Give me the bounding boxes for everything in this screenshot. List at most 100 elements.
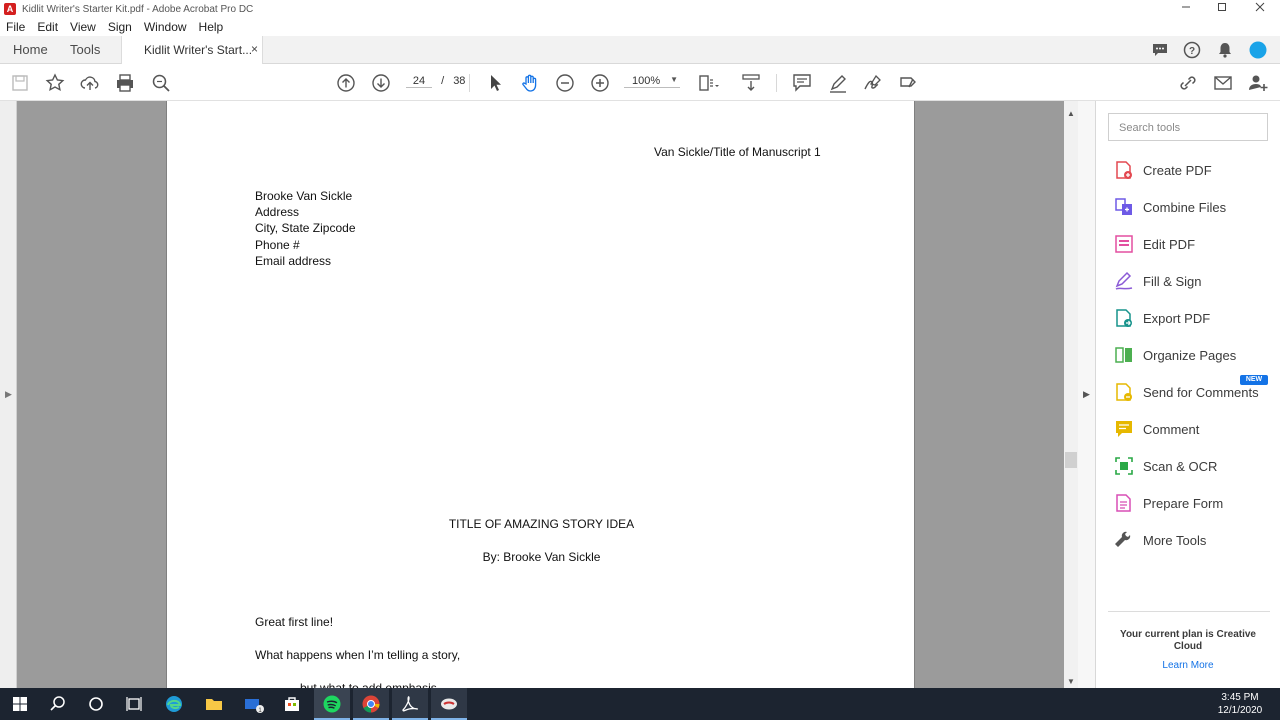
file-explorer-icon[interactable] bbox=[204, 694, 224, 714]
tool-combine-files[interactable]: Combine Files bbox=[1114, 197, 1274, 219]
spotify-icon[interactable] bbox=[322, 694, 342, 714]
user-avatar-icon[interactable] bbox=[1249, 41, 1267, 59]
tool-edit-pdf[interactable]: Edit PDF bbox=[1114, 234, 1274, 256]
export-pdf-icon bbox=[1116, 309, 1132, 327]
tool-label: Create PDF bbox=[1143, 163, 1212, 178]
add-user-icon[interactable] bbox=[1247, 72, 1269, 94]
sign-icon[interactable] bbox=[862, 72, 884, 94]
task-view-icon[interactable] bbox=[124, 694, 144, 714]
wrench-icon bbox=[1115, 531, 1131, 547]
byline: By: Brooke Van Sickle bbox=[482, 550, 601, 564]
tool-scan-ocr[interactable]: Scan & OCR bbox=[1114, 456, 1274, 478]
bookmark-star-icon[interactable] bbox=[44, 72, 66, 94]
search-tools-input[interactable]: Search tools bbox=[1108, 113, 1268, 141]
tab-home[interactable]: Home bbox=[13, 42, 48, 57]
tool-send-for-comments[interactable]: Send for Comments bbox=[1114, 382, 1274, 404]
print-icon[interactable] bbox=[114, 72, 136, 94]
tool-label: Edit PDF bbox=[1143, 237, 1196, 252]
tool-label: Send for Comments bbox=[1143, 385, 1259, 400]
tool-fill-sign[interactable]: Fill & Sign bbox=[1114, 271, 1274, 293]
scan-ocr-icon bbox=[1115, 457, 1133, 475]
menu-window[interactable]: Window bbox=[138, 20, 193, 34]
tool-label: Scan & OCR bbox=[1143, 459, 1218, 474]
email-line: Email address bbox=[255, 254, 332, 268]
cortana-icon[interactable] bbox=[86, 694, 106, 714]
acrobat-taskbar-icon[interactable] bbox=[400, 694, 420, 714]
tool-label: Combine Files bbox=[1143, 200, 1227, 215]
body-line: Great first line! bbox=[255, 615, 334, 629]
chat-icon[interactable] bbox=[1151, 41, 1169, 59]
hand-tool-icon[interactable] bbox=[519, 72, 541, 94]
tool-label: Prepare Form bbox=[1143, 496, 1224, 511]
menu-help[interactable]: Help bbox=[193, 20, 230, 34]
vertical-scrollbar[interactable]: ▲ ▼ bbox=[1064, 101, 1078, 688]
tool-label: Comment bbox=[1143, 422, 1200, 437]
scroll-down-icon[interactable]: ▼ bbox=[1067, 677, 1075, 686]
story-title: TITLE OF AMAZING STORY IDEA bbox=[448, 517, 635, 531]
taskbar-search-icon[interactable] bbox=[48, 694, 68, 714]
zoom-in-icon[interactable] bbox=[589, 72, 611, 94]
create-pdf-icon bbox=[1116, 161, 1132, 179]
menu-file[interactable]: File bbox=[0, 20, 31, 34]
store-icon[interactable] bbox=[282, 694, 302, 714]
previous-page-icon[interactable] bbox=[335, 72, 357, 94]
paint-app-icon[interactable] bbox=[439, 694, 459, 714]
main-toolbar: 24 / 38 100% ▼ bbox=[0, 64, 1280, 101]
upload-cloud-icon[interactable] bbox=[79, 72, 101, 94]
tab-tools[interactable]: Tools bbox=[70, 42, 100, 57]
page-display-icon[interactable] bbox=[697, 72, 719, 94]
organize-pages-icon bbox=[1115, 347, 1132, 363]
notification-bell-icon[interactable] bbox=[1216, 41, 1234, 59]
mail-app-icon[interactable]: 1 bbox=[244, 694, 264, 714]
windows-taskbar: 1 3:45 PM 12/1/2020 bbox=[0, 688, 1280, 720]
new-badge: NEW bbox=[1240, 375, 1268, 385]
phone-line: Phone # bbox=[255, 238, 300, 252]
highlight-pen-icon[interactable] bbox=[827, 72, 849, 94]
tab-document[interactable]: Kidlit Writer's Start... × bbox=[121, 36, 263, 64]
tool-comment[interactable]: Comment bbox=[1114, 419, 1274, 441]
system-clock[interactable]: 3:45 PM 12/1/2020 bbox=[1210, 691, 1270, 717]
minimize-button[interactable] bbox=[1168, 0, 1204, 18]
scroll-mode-icon[interactable] bbox=[740, 72, 762, 94]
left-navigation-panel[interactable]: ▶ bbox=[0, 101, 17, 688]
search-icon[interactable] bbox=[150, 72, 172, 94]
next-page-icon[interactable] bbox=[370, 72, 392, 94]
menu-edit[interactable]: Edit bbox=[31, 20, 64, 34]
tool-more-tools[interactable]: More Tools bbox=[1114, 530, 1274, 552]
help-icon[interactable]: ? bbox=[1183, 41, 1201, 59]
menu-view[interactable]: View bbox=[64, 20, 102, 34]
scroll-up-icon[interactable]: ▲ bbox=[1067, 109, 1075, 118]
right-pane-toggle[interactable]: ▶ bbox=[1078, 101, 1096, 688]
menu-sign[interactable]: Sign bbox=[102, 20, 138, 34]
edge-browser-icon[interactable] bbox=[164, 694, 184, 714]
tool-prepare-form[interactable]: Prepare Form bbox=[1114, 493, 1274, 515]
tool-organize-pages[interactable]: Organize Pages bbox=[1114, 345, 1274, 367]
tab-close-button[interactable]: × bbox=[251, 42, 258, 56]
maximize-button[interactable] bbox=[1204, 0, 1240, 18]
edit-pdf-icon bbox=[1115, 235, 1133, 253]
windows-start-icon[interactable] bbox=[10, 694, 30, 714]
clock-time: 3:45 PM bbox=[1221, 692, 1259, 703]
title-bar: A Kidlit Writer's Starter Kit.pdf - Adob… bbox=[0, 0, 1280, 18]
save-icon[interactable] bbox=[9, 72, 31, 94]
expand-left-panel-icon[interactable]: ▶ bbox=[5, 389, 12, 400]
edit-tools-icon[interactable] bbox=[897, 72, 919, 94]
current-page-input[interactable]: 24 bbox=[406, 75, 432, 88]
chrome-icon[interactable] bbox=[361, 694, 381, 714]
svg-text:?: ? bbox=[1189, 46, 1195, 57]
close-icon bbox=[1255, 2, 1265, 12]
select-cursor-icon[interactable] bbox=[484, 72, 506, 94]
clock-date: 12/1/2020 bbox=[1217, 705, 1263, 716]
tool-export-pdf[interactable]: Export PDF bbox=[1114, 308, 1274, 330]
email-icon[interactable] bbox=[1212, 72, 1234, 94]
close-window-button[interactable] bbox=[1242, 0, 1278, 18]
send-for-comments-icon bbox=[1116, 383, 1132, 401]
zoom-level-select[interactable]: 100% ▼ bbox=[624, 75, 680, 88]
share-link-icon[interactable] bbox=[1177, 72, 1199, 94]
collapse-right-pane-icon[interactable]: ▶ bbox=[1083, 389, 1090, 400]
learn-more-link[interactable]: Learn More bbox=[1108, 660, 1268, 671]
tool-create-pdf[interactable]: Create PDF bbox=[1114, 160, 1274, 182]
scroll-thumb[interactable] bbox=[1065, 452, 1077, 468]
zoom-out-icon[interactable] bbox=[554, 72, 576, 94]
comment-icon[interactable] bbox=[791, 72, 813, 94]
